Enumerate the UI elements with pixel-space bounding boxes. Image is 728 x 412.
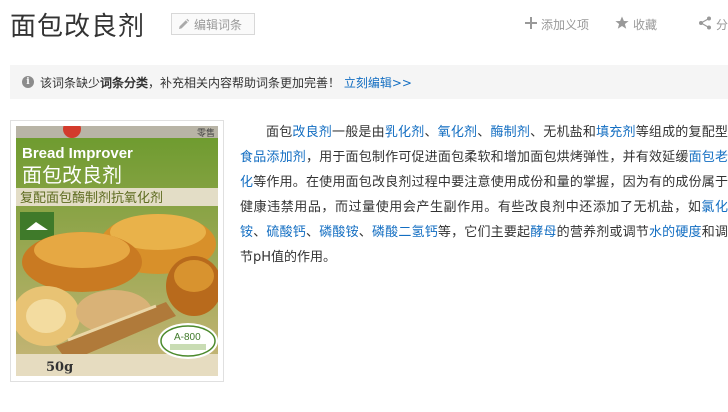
term-link[interactable]: 酵母 xyxy=(530,225,556,240)
term-link[interactable]: 磷酸铵 xyxy=(319,225,359,240)
info-icon: i xyxy=(22,76,34,88)
plus-icon xyxy=(525,17,537,32)
article-text: 、 xyxy=(305,225,320,240)
code-text: A-800 xyxy=(174,332,201,343)
article-text: 、 xyxy=(253,225,267,240)
term-link[interactable]: 磷酸二氢钙 xyxy=(372,225,438,240)
edit-entry-button[interactable]: 编辑词条 xyxy=(171,13,255,35)
product-name-text: 面包改良剂 xyxy=(22,163,122,187)
corner-text: 零售 xyxy=(197,127,215,139)
share-button[interactable]: 分 xyxy=(698,16,728,33)
term-link[interactable]: 食品添加剂 xyxy=(240,150,306,165)
term-link[interactable]: 改良剂 xyxy=(292,125,332,140)
article-paragraph: 面包改良剂一般是由乳化剂、氧化剂、酶制剂、无机盐和填充剂等组成的复配型食品添加剂… xyxy=(240,120,728,270)
article-text: 的营养剂或调节 xyxy=(556,225,649,240)
weight-text: 50g xyxy=(46,360,73,375)
bread-improver-package-image: 零售 Bread Improver 面包改良剂 复配面包酶制剂抗氧化剂 50g … xyxy=(16,126,218,376)
product-image[interactable]: 零售 Bread Improver 面包改良剂 复配面包酶制剂抗氧化剂 50g … xyxy=(10,120,224,382)
add-meaning-label: 添加义项 xyxy=(541,18,590,32)
edit-entry-label: 编辑词条 xyxy=(194,17,243,32)
article-text: 、 xyxy=(477,125,491,140)
article-text: 、 xyxy=(424,125,438,140)
term-link[interactable]: 填充剂 xyxy=(596,125,636,140)
notice-middle: ，补充相关内容帮助词条更加完善！ xyxy=(148,75,341,90)
article-text: 、 xyxy=(358,225,372,240)
add-meaning-button[interactable]: 添加义项 xyxy=(525,16,589,33)
favorite-label: 收藏 xyxy=(633,18,658,32)
article-text: 等，它们主要起 xyxy=(437,225,531,240)
brand-text: Bread Improver xyxy=(22,145,133,162)
notice-prefix: 该词条缺少 xyxy=(40,75,101,90)
article-text: 面包 xyxy=(266,125,293,140)
term-link[interactable]: 酶制剂 xyxy=(490,125,530,140)
share-label: 分 xyxy=(716,18,728,32)
star-icon xyxy=(615,16,629,33)
notice-bold: 词条分类 xyxy=(100,75,149,90)
edit-now-link[interactable]: 立刻编辑>> xyxy=(344,76,412,90)
article-text: 一般是由 xyxy=(332,125,385,140)
term-link[interactable]: 硫酸钙 xyxy=(266,225,306,240)
article-text: 、无机盐和 xyxy=(530,125,597,140)
incomplete-entry-notice: i 该词条缺少词条分类，补充相关内容帮助词条更加完善！ 立刻编辑>> xyxy=(10,65,728,99)
pencil-icon xyxy=(177,18,190,31)
term-link[interactable]: 氧化剂 xyxy=(438,125,478,140)
favorite-button[interactable]: 收藏 xyxy=(615,16,657,33)
article-text: ，用于面包制作可促进面包柔软和增加面包烘烤弹性，并有效延缓 xyxy=(305,150,689,165)
share-icon xyxy=(698,16,712,33)
term-link[interactable]: 乳化剂 xyxy=(385,125,425,140)
product-sub-text: 复配面包酶制剂抗氧化剂 xyxy=(20,190,163,206)
term-link[interactable]: 水的硬度 xyxy=(649,225,702,240)
article-text: 等组成的复配型 xyxy=(635,125,728,140)
page-title: 面包改良剂 xyxy=(10,12,146,42)
article-text: 等作用。在使用面包改良剂过程中要注意使用成份和量的掌握，因为有的成份属于健康违禁… xyxy=(240,175,728,215)
